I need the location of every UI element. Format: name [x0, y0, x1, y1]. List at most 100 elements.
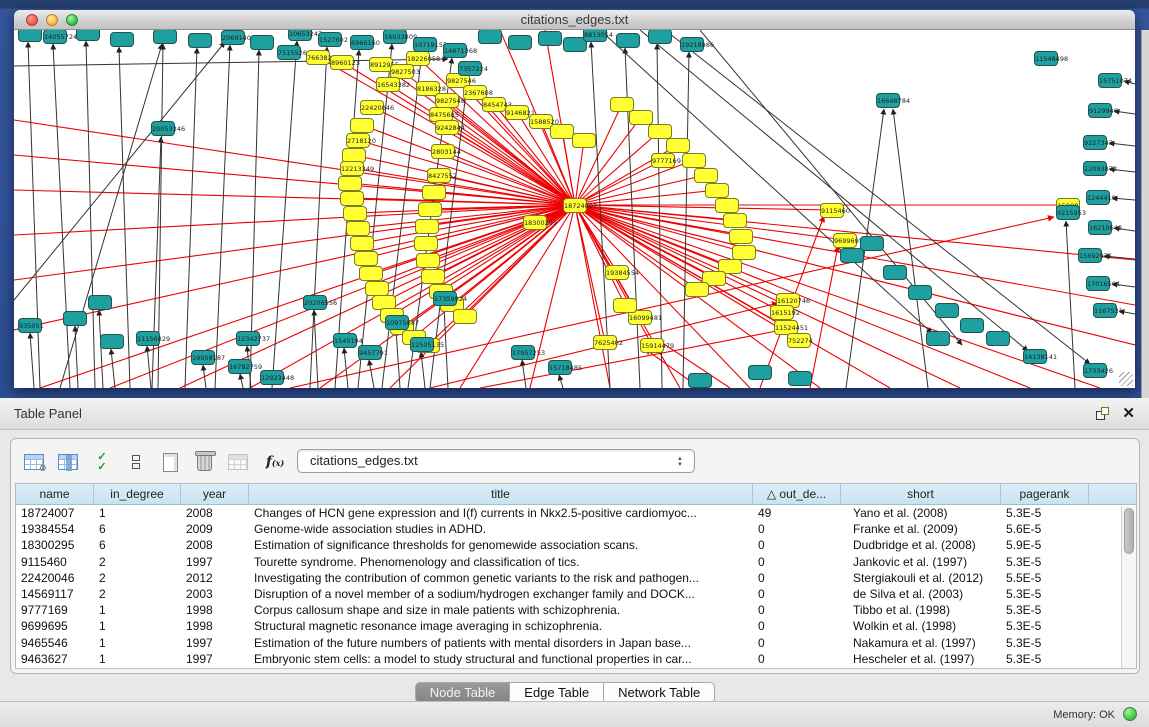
cell-pagerank[interactable]: 5.3E-5 — [1001, 618, 1089, 634]
graph-node-yellow[interactable] — [340, 191, 364, 206]
cell-in_degree[interactable]: 1 — [94, 618, 181, 634]
graph-node-teal[interactable] — [478, 30, 502, 44]
graph-node-yellow[interactable] — [359, 266, 383, 281]
graph-node-teal[interactable]: 9129946 — [1088, 103, 1112, 118]
graph-node-yellow[interactable]: 7663822 — [306, 50, 330, 65]
graph-node-yellow[interactable] — [343, 206, 367, 221]
graph-node-teal[interactable] — [100, 334, 124, 349]
cell-in_degree[interactable]: 6 — [94, 537, 181, 553]
cell-year[interactable]: 1997 — [181, 635, 249, 651]
graph-node-teal[interactable]: 10719155 — [413, 37, 437, 52]
cell-in_degree[interactable]: 2 — [94, 586, 181, 602]
zoom-window-button[interactable] — [66, 14, 78, 26]
close-window-button[interactable] — [26, 14, 38, 26]
graph-node-teal[interactable]: 1244419 — [1086, 190, 1110, 205]
graph-node-teal[interactable]: 1733426 — [1083, 363, 1107, 378]
table-row[interactable]: 977716911998Corpus callosum shape and si… — [16, 602, 1136, 618]
cell-out_degree[interactable]: 0 — [753, 554, 841, 570]
graph-node-yellow[interactable] — [415, 219, 439, 234]
cell-out_degree[interactable]: 0 — [753, 570, 841, 586]
cell-name[interactable]: 9115460 — [16, 554, 94, 570]
graph-node-yellow[interactable] — [346, 221, 370, 236]
cell-title[interactable]: Corpus callosum shape and size in male p… — [249, 602, 753, 618]
graph-node-teal[interactable]: 15718485 — [548, 360, 572, 375]
cell-year[interactable]: 1997 — [181, 651, 249, 667]
graph-node-yellow[interactable]: 8454743 — [482, 97, 506, 112]
graph-node-teal[interactable] — [18, 30, 42, 42]
graph-node-teal[interactable] — [250, 35, 274, 50]
graph-node-teal[interactable]: 16210643 — [1088, 220, 1112, 235]
cell-in_degree[interactable]: 6 — [94, 521, 181, 537]
cell-name[interactable]: 19384554 — [16, 521, 94, 537]
cell-pagerank[interactable]: 5.3E-5 — [1001, 586, 1089, 602]
graph-node-yellow[interactable]: 9146821 — [505, 105, 529, 120]
graph-node-yellow[interactable]: 22420046 — [360, 100, 384, 115]
graph-node-teal[interactable] — [188, 33, 212, 48]
graph-node-yellow[interactable] — [572, 133, 596, 148]
graph-node-teal[interactable]: 14671368 — [443, 43, 467, 58]
graph-node-yellow[interactable] — [629, 110, 653, 125]
cell-title[interactable]: Estimation of significance thresholds fo… — [249, 537, 753, 553]
cell-title[interactable]: Disruption of a novel member of a sodium… — [249, 586, 753, 602]
graph-node-yellow[interactable]: 2803144 — [431, 144, 455, 159]
cell-year[interactable]: 2008 — [181, 505, 249, 521]
graph-node-teal[interactable]: 15751074 — [1098, 73, 1122, 88]
table-row[interactable]: 1938455462009Genome-wide association stu… — [16, 521, 1136, 537]
cell-pagerank[interactable]: 5.3E-5 — [1001, 635, 1089, 651]
graph-node-yellow[interactable]: 9827548 — [435, 93, 459, 108]
graph-node-teal[interactable] — [960, 318, 984, 333]
tab-node-table[interactable]: Node Table — [415, 682, 511, 703]
column-header-title[interactable]: title — [249, 484, 753, 504]
column-header-in_degree[interactable]: in_degree — [94, 484, 181, 504]
cell-out_degree[interactable]: 49 — [753, 505, 841, 521]
graph-node-teal[interactable]: 16033809 — [383, 30, 407, 44]
graph-node-teal[interactable]: 7515526 — [277, 45, 301, 60]
graph-node-teal[interactable]: 17016504 — [1086, 276, 1110, 291]
cell-in_degree[interactable]: 1 — [94, 635, 181, 651]
cell-in_degree[interactable]: 2 — [94, 554, 181, 570]
graph-node-teal[interactable]: 17359924 — [433, 291, 457, 306]
table-settings-button[interactable]: ⚙ — [19, 448, 49, 476]
cell-short[interactable]: de Silva et al. (2003) — [841, 586, 1001, 602]
graph-node-teal[interactable]: 11548498 — [1034, 51, 1058, 66]
graph-node-teal[interactable] — [153, 30, 177, 44]
graph-node-yellow[interactable] — [648, 124, 672, 139]
graph-node-teal[interactable] — [616, 33, 640, 48]
cell-title[interactable]: Genome-wide association studies in ADHD. — [249, 521, 753, 537]
cell-name[interactable]: 9777169 — [16, 602, 94, 618]
graph-node-teal[interactable]: 10975887 — [385, 315, 409, 330]
graph-node-teal[interactable]: 1527602 — [318, 32, 342, 47]
cell-short[interactable]: Jankovic et al. (1997) — [841, 554, 1001, 570]
graph-node-yellow[interactable] — [682, 153, 706, 168]
graph-node-yellow[interactable] — [732, 245, 756, 260]
function-builder-button[interactable]: f(x) — [257, 448, 287, 476]
table-row[interactable]: 911546021997Tourette syndrome. Phenomeno… — [16, 554, 1136, 570]
graph-node-yellow[interactable] — [705, 183, 729, 198]
cell-short[interactable]: Tibbo et al. (1998) — [841, 602, 1001, 618]
graph-node-yellow[interactable] — [365, 281, 389, 296]
graph-node-teal[interactable]: 20206556 — [303, 295, 327, 310]
graph-node-yellow[interactable]: 8427552 — [427, 168, 451, 183]
tab-edge-table[interactable]: Edge Table — [510, 682, 604, 703]
table-row[interactable]: 1830029562008Estimation of significance … — [16, 537, 1136, 553]
graph-node-teal[interactable] — [688, 373, 712, 388]
close-panel-icon[interactable]: ✕ — [1122, 404, 1135, 422]
cell-short[interactable]: Wolkin et al. (1998) — [841, 618, 1001, 634]
cell-year[interactable]: 2012 — [181, 570, 249, 586]
graph-node-teal[interactable]: 16782759 — [228, 359, 252, 374]
table-row[interactable]: 946362711997Embryonic stem cells: a mode… — [16, 651, 1136, 667]
vertical-scrollbar[interactable] — [1121, 506, 1136, 669]
cell-title[interactable]: Investigating the contribution of common… — [249, 570, 753, 586]
graph-node-teal[interactable]: 19958187 — [191, 350, 215, 365]
cell-pagerank[interactable]: 5.3E-5 — [1001, 505, 1089, 521]
graph-node-yellow[interactable] — [666, 138, 690, 153]
graph-node-teal[interactable]: 20691406 — [221, 30, 245, 45]
cell-out_degree[interactable]: 0 — [753, 635, 841, 651]
graph-node-teal[interactable]: 935051 — [18, 318, 42, 333]
cell-name[interactable]: 14569117 — [16, 586, 94, 602]
graph-node-teal[interactable]: 12093872 — [1083, 161, 1107, 176]
cell-out_degree[interactable]: 0 — [753, 537, 841, 553]
cell-in_degree[interactable]: 1 — [94, 602, 181, 618]
cell-title[interactable]: Changes of HCN gene expression and I(f) … — [249, 505, 753, 521]
cell-short[interactable]: Hescheler et al. (1997) — [841, 651, 1001, 667]
